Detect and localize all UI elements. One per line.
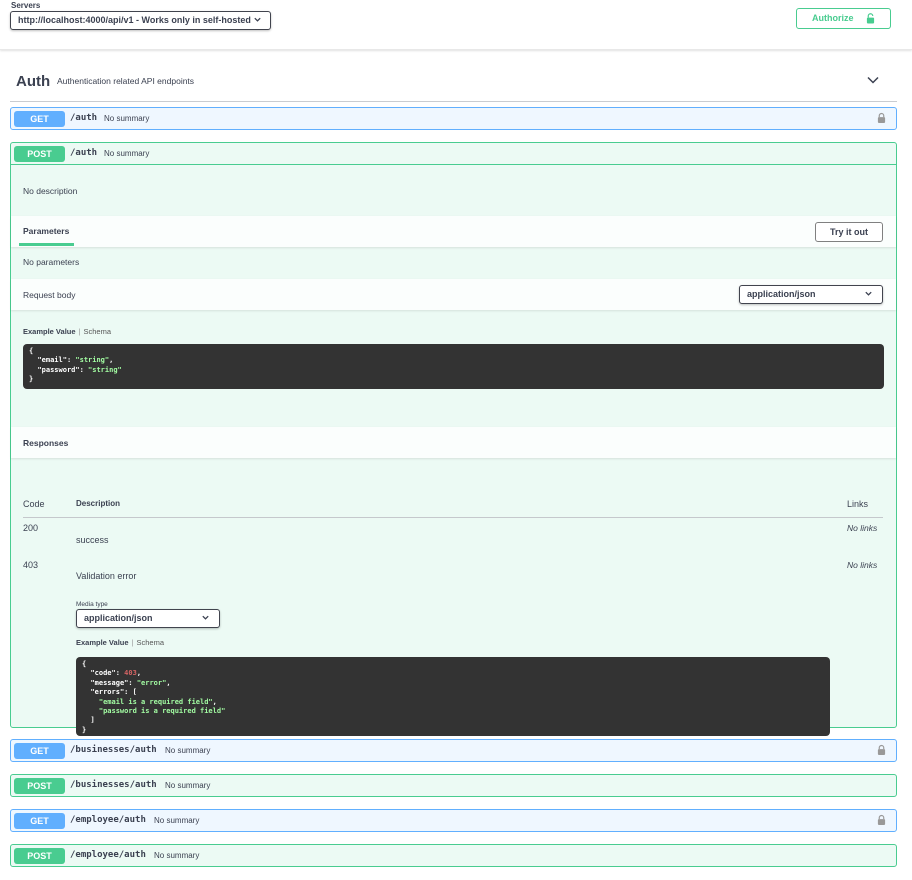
server-select-value: http://localhost:4000/api/v1 - Works onl… bbox=[18, 15, 251, 25]
response-example-tabs: Example Value | Schema bbox=[76, 638, 164, 647]
servers-label: Servers bbox=[11, 1, 41, 10]
opblock-post-businesses-auth: POST /businesses/auth No summary bbox=[10, 774, 897, 797]
no-parameters-text: No parameters bbox=[23, 257, 80, 267]
chevron-down-icon bbox=[202, 615, 209, 620]
opblock-summary-text: No summary bbox=[165, 781, 211, 790]
opblock-summary[interactable]: POST /businesses/auth No summary bbox=[11, 775, 896, 797]
opblock-path: /employee/auth bbox=[70, 850, 146, 860]
opblock-post-employee-auth: POST /employee/auth No summary bbox=[10, 844, 897, 867]
tag-name: Auth bbox=[16, 73, 51, 90]
server-select[interactable]: http://localhost:4000/api/v1 - Works onl… bbox=[10, 11, 271, 30]
try-it-out-button[interactable]: Try it out bbox=[815, 222, 883, 242]
scheme-container: Servers http://localhost:4000/api/v1 - W… bbox=[0, 0, 912, 50]
opblock-summary-text: No summary bbox=[104, 149, 150, 158]
divider bbox=[23, 517, 883, 518]
authorize-button[interactable]: Authorize bbox=[796, 8, 891, 29]
request-content-type-value: application/json bbox=[747, 289, 816, 299]
parameters-section-header: Parameters Try it out bbox=[11, 216, 896, 247]
response-code-403: 403 bbox=[23, 560, 39, 570]
responses-section-header: Responses bbox=[11, 427, 896, 458]
opblock-summary[interactable]: POST /auth No summary bbox=[11, 143, 896, 165]
response-description-403: Validation error bbox=[76, 571, 137, 581]
column-links: Links bbox=[847, 499, 869, 509]
method-badge: POST bbox=[14, 146, 65, 162]
tag-header-auth[interactable]: Auth Authentication related API endpoint… bbox=[10, 62, 897, 102]
opblock-summary[interactable]: GET /auth No summary bbox=[11, 108, 896, 130]
lock-icon[interactable] bbox=[877, 814, 886, 826]
tag-description: Authentication related API endpoints bbox=[57, 76, 195, 86]
opblock-get-auth: GET /auth No summary bbox=[10, 107, 897, 130]
tab-example-value[interactable]: Example Value bbox=[23, 327, 76, 336]
opblock-description: No description bbox=[23, 186, 78, 196]
opblock-path: /auth bbox=[70, 148, 98, 158]
tab-schema[interactable]: Schema bbox=[83, 327, 111, 336]
request-example-tabs: Example Value | Schema bbox=[23, 327, 111, 336]
tab-schema[interactable]: Schema bbox=[136, 638, 164, 647]
opblock-post-auth: POST /auth No summary No description Par… bbox=[10, 142, 897, 736]
column-description: Description bbox=[76, 499, 121, 508]
tab-example-value[interactable]: Example Value bbox=[76, 638, 129, 647]
response-links-200: No links bbox=[847, 523, 878, 533]
response-description-200: success bbox=[76, 535, 109, 545]
column-code: Code bbox=[23, 499, 45, 509]
response-content-type-value: application/json bbox=[84, 613, 153, 623]
chevron-down-icon[interactable] bbox=[866, 73, 880, 87]
opblock-summary-text: No summary bbox=[154, 851, 200, 860]
opblock-summary-text: No summary bbox=[165, 746, 211, 755]
method-badge: GET bbox=[14, 813, 65, 829]
tab-parameters[interactable]: Parameters bbox=[23, 226, 69, 236]
media-type-label: Media type bbox=[76, 601, 108, 608]
opblock-path: /businesses/auth bbox=[70, 745, 157, 755]
opblock-summary-text: No summary bbox=[154, 816, 200, 825]
responses-title: Responses bbox=[23, 438, 69, 448]
authorize-label: Authorize bbox=[812, 13, 854, 23]
opblock-summary[interactable]: GET /businesses/auth No summary bbox=[11, 740, 896, 762]
method-badge: GET bbox=[14, 743, 65, 759]
opblock-summary[interactable]: POST /employee/auth No summary bbox=[11, 845, 896, 867]
request-body-label: Request body bbox=[23, 290, 76, 300]
request-content-type-select[interactable]: application/json bbox=[739, 285, 883, 304]
response-example-code: { "code": 403, "message": "error", "erro… bbox=[76, 657, 830, 736]
tab-active-indicator bbox=[19, 243, 74, 246]
method-badge: POST bbox=[14, 778, 65, 794]
method-badge: POST bbox=[14, 848, 65, 864]
method-badge: GET bbox=[14, 111, 65, 127]
opblock-path: /businesses/auth bbox=[70, 780, 157, 790]
opblock-path: /auth bbox=[70, 113, 98, 123]
opblock-summary[interactable]: GET /employee/auth No summary bbox=[11, 810, 896, 832]
response-links-403: No links bbox=[847, 560, 878, 570]
unlock-icon bbox=[866, 13, 875, 24]
opblock-path: /employee/auth bbox=[70, 815, 146, 825]
response-content-type-select[interactable]: application/json bbox=[76, 609, 220, 628]
lock-icon[interactable] bbox=[877, 112, 886, 124]
lock-icon[interactable] bbox=[877, 744, 886, 756]
opblock-summary-text: No summary bbox=[104, 114, 150, 123]
opblock-get-businesses-auth: GET /businesses/auth No summary bbox=[10, 739, 897, 762]
response-code-200: 200 bbox=[23, 523, 39, 533]
chevron-down-icon bbox=[865, 291, 872, 296]
chevron-down-icon bbox=[254, 17, 261, 22]
request-body-header: Request body application/json bbox=[11, 279, 896, 310]
opblock-get-employee-auth: GET /employee/auth No summary bbox=[10, 809, 897, 832]
request-example-code: { "email": "string", "password": "string… bbox=[23, 344, 884, 389]
